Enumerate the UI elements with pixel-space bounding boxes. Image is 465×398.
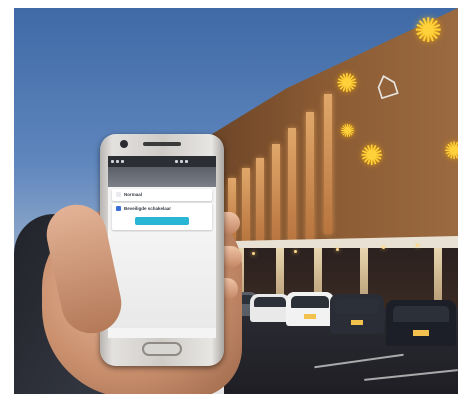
facade-slat [306, 112, 314, 240]
option-secured-title: Beveiligde schakelaar [124, 206, 172, 211]
option-secured-switch[interactable]: Beveiligde schakelaar [112, 203, 212, 230]
toggle-icon [116, 206, 121, 211]
notification-icon [111, 160, 114, 163]
parked-car [250, 294, 290, 322]
check-icon [116, 192, 121, 197]
confirm-button[interactable] [135, 217, 189, 225]
signal-icon [179, 160, 183, 163]
battery-icon [184, 160, 188, 163]
notification-icon [116, 160, 119, 163]
canopy-light [416, 244, 419, 247]
facade-slat [288, 128, 296, 242]
screen-background [108, 232, 216, 328]
canopy-light [382, 246, 385, 249]
canopy-light [336, 248, 339, 251]
parked-car [286, 292, 334, 326]
star-light-icon: ✺ [340, 121, 356, 141]
option-normal-title: Normaal [124, 192, 143, 197]
home-button[interactable] [142, 342, 182, 356]
canopy-light [252, 252, 255, 255]
notification-icon [121, 160, 124, 163]
photo: ✺ ✺ ✺ ✺ ✺ ⌂ Normaal Beveiligde schakelaa… [14, 8, 458, 394]
pillar [434, 248, 442, 306]
earpiece-speaker [143, 142, 181, 146]
system-icons [174, 160, 188, 163]
status-bar [108, 156, 216, 167]
star-light-icon: ✺ [444, 138, 458, 165]
facade-slat [256, 158, 264, 242]
dimmed-background [108, 167, 216, 187]
star-light-icon: ✺ [336, 68, 358, 98]
wifi-icon [174, 160, 178, 163]
facade-slat [324, 94, 332, 234]
star-light-icon: ✺ [414, 12, 443, 50]
smartphone: Normaal Beveiligde schakelaar [100, 134, 224, 366]
front-camera-icon [120, 140, 128, 148]
facade-slat [242, 168, 250, 242]
facade-slat [272, 144, 280, 242]
phone-screen: Normaal Beveiligde schakelaar [108, 156, 216, 338]
star-light-icon: ✺ [360, 140, 384, 171]
option-normal[interactable]: Normaal [112, 189, 212, 201]
parked-car [386, 300, 456, 346]
parked-car [330, 294, 384, 334]
notification-icons [111, 160, 124, 163]
canopy-light [294, 250, 297, 253]
